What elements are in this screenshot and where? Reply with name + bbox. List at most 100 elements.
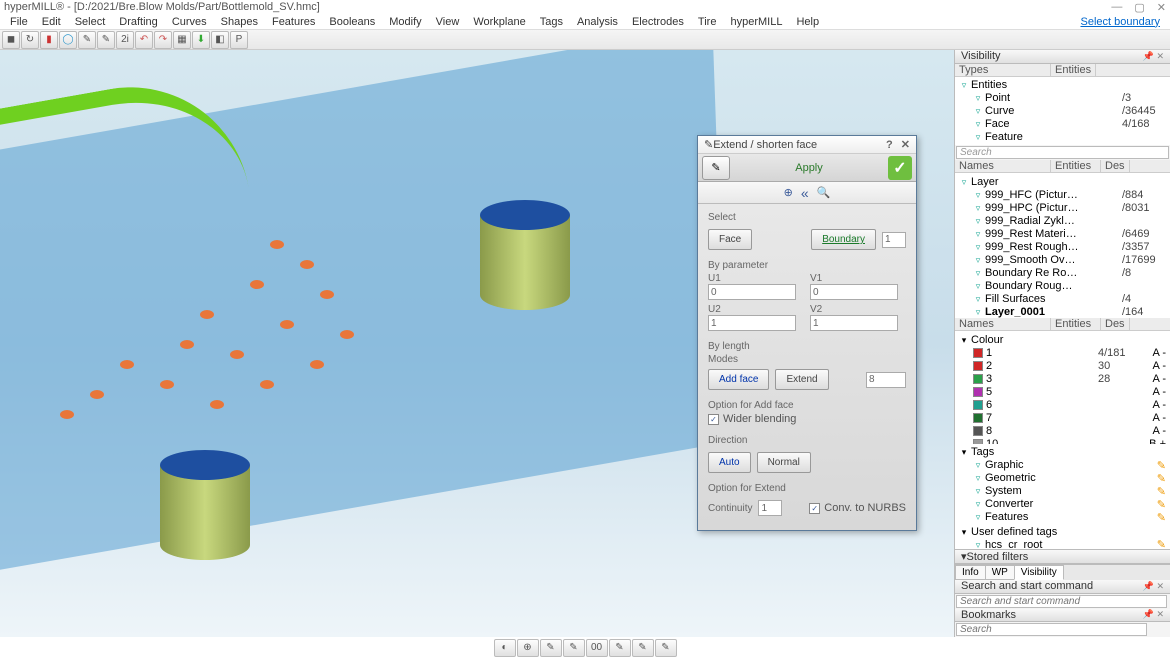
- viewport-3d[interactable]: ✎ Extend / shorten face ? ✕ ✎ Apply ✓ ⊕ …: [0, 50, 954, 637]
- toolbar-btn-12[interactable]: ◧: [211, 31, 229, 49]
- menu-tags[interactable]: Tags: [534, 16, 569, 28]
- menu-modify[interactable]: Modify: [383, 16, 427, 28]
- menu-features[interactable]: Features: [266, 16, 321, 28]
- bottom-btn-3[interactable]: ✎: [540, 639, 562, 657]
- menu-select[interactable]: Select: [69, 16, 112, 28]
- select-boundary-link[interactable]: Select boundary: [1081, 16, 1167, 28]
- tab-wp[interactable]: WP: [985, 565, 1015, 580]
- layer-row[interactable]: ▿Fill Surfaces/4: [955, 292, 1170, 305]
- extend-button[interactable]: Extend: [775, 369, 828, 390]
- tab-visibility[interactable]: Visibility: [1014, 565, 1064, 580]
- confirm-button[interactable]: ✓: [888, 156, 912, 180]
- menu-workplane[interactable]: Workplane: [467, 16, 531, 28]
- menu-tire[interactable]: Tire: [692, 16, 723, 28]
- tags-tree[interactable]: ▾Tags▿Graphic✎▿Geometric✎▿System✎▿Conver…: [955, 444, 1170, 524]
- vis-row[interactable]: ▿Point/3: [955, 92, 1170, 105]
- dialog-help-button[interactable]: ?: [886, 139, 893, 151]
- toolbar-btn-10[interactable]: ▦: [173, 31, 191, 49]
- toolbar-btn-8[interactable]: ↶: [135, 31, 153, 49]
- toolbar-btn-7[interactable]: 2i: [116, 31, 134, 49]
- auto-button[interactable]: Auto: [708, 452, 751, 473]
- tag-row[interactable]: ▿System✎: [955, 485, 1170, 498]
- layer-row[interactable]: ▿Boundary Re Ro…/8: [955, 266, 1170, 279]
- vis-row[interactable]: ▿Solid1: [955, 144, 1170, 146]
- toolbar-btn-2[interactable]: ↻: [21, 31, 39, 49]
- bottom-btn-2[interactable]: ⊕: [517, 639, 539, 657]
- toolbar-btn-13[interactable]: P: [230, 31, 248, 49]
- menu-curves[interactable]: Curves: [166, 16, 213, 28]
- addface-button[interactable]: Add face: [708, 369, 769, 390]
- colour-tree[interactable]: ▾Colour14/181A -230A -328A -5A -6A -7A -…: [955, 331, 1170, 443]
- conv-nurbs-check[interactable]: ✓Conv. to NURBS: [809, 502, 906, 514]
- colour-row[interactable]: 14/181A -: [955, 346, 1170, 359]
- layer-row[interactable]: ▿999_HPC (Pictur…/8031: [955, 201, 1170, 214]
- usertag-row[interactable]: ▿hcs_cr_root✎: [955, 538, 1170, 549]
- menu-hypermill[interactable]: hyperMILL: [724, 16, 788, 28]
- dialog-tool-icon[interactable]: ✎: [702, 156, 730, 180]
- toolbar-btn-4[interactable]: ◯: [59, 31, 77, 49]
- dialog-close-button[interactable]: ✕: [901, 138, 910, 151]
- tag-row[interactable]: ▿Features✎: [955, 511, 1170, 524]
- boundary-count[interactable]: [882, 232, 906, 248]
- wider-blending-check[interactable]: ✓Wider blending: [708, 413, 906, 425]
- apply-button[interactable]: Apply: [734, 161, 884, 174]
- bottom-btn-5[interactable]: 00: [586, 639, 608, 657]
- colour-row[interactable]: 230A -: [955, 359, 1170, 372]
- menu-electrodes[interactable]: Electrodes: [626, 16, 690, 28]
- u1-input[interactable]: [708, 284, 796, 300]
- colour-row[interactable]: 5A -: [955, 385, 1170, 398]
- usertags-tree[interactable]: ▾User defined tags ▿hcs_cr_root✎: [955, 523, 1170, 549]
- maximize-button[interactable]: ▢: [1134, 1, 1144, 14]
- toolbar-btn-11[interactable]: ⬇: [192, 31, 210, 49]
- boundary-button[interactable]: Boundary: [811, 229, 876, 250]
- bottom-btn-6[interactable]: ✎: [609, 639, 631, 657]
- vis-row[interactable]: ▿Entities: [955, 79, 1170, 92]
- bottom-btn-4[interactable]: ✎: [563, 639, 585, 657]
- vis-row[interactable]: ▿Curve/36445: [955, 105, 1170, 118]
- layer-row[interactable]: ▿999_Rest Materi…/6469: [955, 227, 1170, 240]
- nav-target-icon[interactable]: ⊕: [784, 186, 793, 199]
- toolbar-btn-6[interactable]: ✎: [97, 31, 115, 49]
- menu-drafting[interactable]: Drafting: [113, 16, 164, 28]
- usertags-header-row[interactable]: ▾User defined tags: [955, 525, 1170, 538]
- menu-help[interactable]: Help: [790, 16, 825, 28]
- close-button[interactable]: ✕: [1157, 1, 1166, 14]
- menu-booleans[interactable]: Booleans: [323, 16, 381, 28]
- normal-button[interactable]: Normal: [757, 452, 811, 473]
- menu-shapes[interactable]: Shapes: [215, 16, 264, 28]
- colour-row[interactable]: 6A -: [955, 398, 1170, 411]
- tag-row[interactable]: ▿Graphic✎: [955, 459, 1170, 472]
- stored-filters-header[interactable]: ▾ Stored filters: [955, 549, 1170, 564]
- layer-row[interactable]: ▿999_HFC (Pictur…/884: [955, 188, 1170, 201]
- toolbar-btn-9[interactable]: ↷: [154, 31, 172, 49]
- toolbar-btn-5[interactable]: ✎: [78, 31, 96, 49]
- colour-row[interactable]: 8A -: [955, 424, 1170, 437]
- length-input[interactable]: [866, 372, 906, 388]
- tag-row[interactable]: ▿Geometric✎: [955, 472, 1170, 485]
- visibility-header[interactable]: Visibility📌 ✕: [955, 50, 1170, 64]
- u2-input[interactable]: [708, 315, 796, 331]
- menu-analysis[interactable]: Analysis: [571, 16, 624, 28]
- dialog-titlebar[interactable]: ✎ Extend / shorten face ? ✕: [698, 136, 916, 154]
- layer-row[interactable]: ▿999_Smooth Ov…/17699: [955, 253, 1170, 266]
- layer-row[interactable]: ▿999_Rest Rough…/3357: [955, 240, 1170, 253]
- minimize-button[interactable]: —: [1111, 1, 1122, 14]
- colour-row[interactable]: 7A -: [955, 411, 1170, 424]
- bottom-btn-8[interactable]: ✎: [655, 639, 677, 657]
- layer-row[interactable]: ▿Boundary Roug…: [955, 279, 1170, 292]
- toolbar-btn-3[interactable]: ▮: [40, 31, 58, 49]
- tags-header-row[interactable]: ▾Tags: [955, 446, 1170, 459]
- tab-info[interactable]: Info: [955, 565, 986, 580]
- search-box-1[interactable]: Search: [956, 146, 1169, 159]
- menu-file[interactable]: File: [4, 16, 34, 28]
- vis-row[interactable]: ▿Face4/168: [955, 118, 1170, 131]
- menu-edit[interactable]: Edit: [36, 16, 67, 28]
- face-button[interactable]: Face: [708, 229, 752, 250]
- nav-search-icon[interactable]: 🔍: [817, 186, 831, 199]
- bottom-btn-1[interactable]: ◐: [494, 639, 516, 657]
- nav-prev-icon[interactable]: «: [801, 185, 809, 201]
- v1-input[interactable]: [810, 284, 898, 300]
- tag-row[interactable]: ▿Converter✎: [955, 498, 1170, 511]
- v2-input[interactable]: [810, 315, 898, 331]
- layer-row[interactable]: ▿Layer: [955, 175, 1170, 188]
